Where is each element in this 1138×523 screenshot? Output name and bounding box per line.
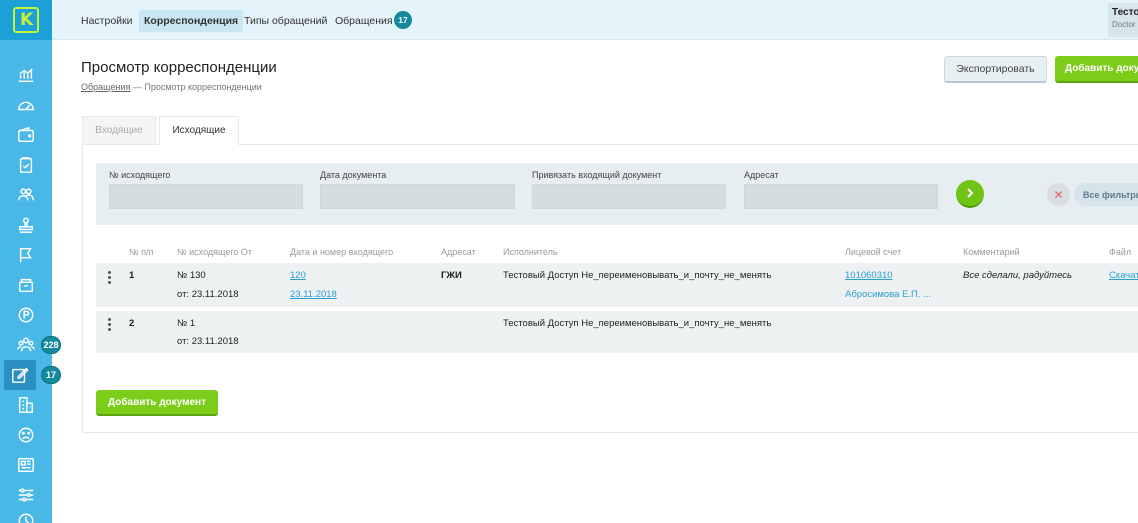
clipboard-icon[interactable] (0, 150, 52, 180)
table-row[interactable]: 2 № 1 от: 23.11.2018 Тестовый Доступ Не_… (96, 311, 1138, 353)
row-outgoing-date: от: 23.11.2018 (177, 336, 239, 347)
filter-label-doc-date: Дата документа (320, 170, 387, 180)
chevron-right-icon (967, 188, 974, 198)
close-icon: ✕ (1053, 187, 1064, 202)
nav-appeal-types[interactable]: Типы обращений (239, 10, 332, 32)
col-comment: Комментарий (963, 247, 1020, 257)
edit-badge: 17 (41, 366, 61, 384)
nav-settings[interactable]: Настройки (76, 10, 138, 32)
chart-icon[interactable] (0, 60, 52, 90)
tab-outgoing[interactable]: Исходящие (159, 116, 239, 145)
sidebar: K 228 17 (0, 0, 61, 523)
page-title: Просмотр корреспонденции (81, 59, 277, 76)
export-button[interactable]: Экспортировать (944, 56, 1047, 83)
stamp-icon[interactable] (0, 210, 52, 240)
row-incoming-date-link[interactable]: 23.11.2018 (290, 289, 337, 300)
row-addressee: ГЖИ (441, 270, 462, 281)
row-account-name-link[interactable]: Абросимова Е.П. ... (845, 289, 931, 300)
doc-date-input[interactable] (320, 184, 515, 209)
apply-filter-button[interactable] (956, 180, 984, 208)
row-num: 2 (129, 318, 135, 329)
row-outgoing-date: от: 23.11.2018 (177, 289, 239, 300)
row-file-download-link[interactable]: Скачать (1109, 270, 1138, 281)
user-name: Тестовый (1112, 7, 1138, 18)
coin-icon[interactable] (0, 300, 52, 330)
nav-appeals[interactable]: Обращения (330, 10, 398, 32)
col-executor: Исполнитель (503, 247, 558, 257)
outgoing-no-input[interactable] (109, 184, 303, 209)
people-icon[interactable] (0, 180, 52, 210)
user-menu[interactable]: Тестовый Doctor (1108, 3, 1138, 37)
filter-label-link-incoming: Привязать входящий документ (532, 170, 662, 180)
link-incoming-input[interactable] (532, 184, 726, 209)
breadcrumb-link-appeals[interactable]: Обращения (81, 82, 130, 92)
row-comment: Все сделали, радуйтесь (963, 270, 1073, 281)
col-incoming: Дата и номер входящего (290, 247, 394, 257)
tab-incoming[interactable]: Входящие (82, 116, 156, 144)
app-root: K 228 17 Настройки Корреспонденция Типы … (0, 0, 1138, 523)
gauge-icon[interactable] (0, 90, 52, 120)
col-num: № п/п (129, 247, 154, 257)
row-executor: Тестовый Доступ Не_переименовывать_и_поч… (503, 270, 772, 281)
history-icon[interactable] (0, 506, 52, 523)
filter-label-addressee: Адресат (744, 170, 779, 180)
row-outgoing-no: № 130 (177, 270, 206, 281)
appeals-badge: 17 (394, 11, 412, 29)
users-badge: 228 (41, 336, 61, 354)
all-filters-button[interactable]: Все фильтры (1074, 183, 1138, 206)
row-executor: Тестовый Доступ Не_переименовывать_и_поч… (503, 318, 772, 329)
user-role: Doctor (1112, 20, 1136, 29)
row-menu-icon[interactable] (108, 271, 111, 284)
flag-icon[interactable] (0, 240, 52, 270)
filter-label-outgoing-no: № исходящего (109, 170, 171, 180)
breadcrumb-current: — Просмотр корреспонденции (132, 82, 262, 92)
edit-icon[interactable] (4, 360, 36, 390)
newspaper-icon[interactable] (0, 450, 52, 480)
nav-correspondence[interactable]: Корреспонденция (139, 10, 244, 32)
logo-icon: K (13, 7, 39, 33)
row-num: 1 (129, 270, 135, 281)
col-outgoing-no: № исходящего От (177, 247, 253, 257)
col-account: Лицевой счет (845, 247, 902, 257)
breadcrumb: Обращения — Просмотр корреспонденции (81, 82, 262, 92)
addressee-input[interactable] (744, 184, 938, 209)
row-account-link[interactable]: 101060310 (845, 270, 893, 281)
box-icon[interactable] (0, 270, 52, 300)
add-document-button[interactable]: Добавить документ (96, 390, 218, 416)
top-nav: Настройки Корреспонденция Типы обращений… (52, 0, 1138, 40)
filter-panel: № исходящего Дата документа Привязать вх… (96, 163, 1138, 225)
row-outgoing-no: № 1 (177, 318, 196, 329)
face-icon[interactable] (0, 420, 52, 450)
col-addressee: Адресат (441, 247, 476, 257)
row-incoming-no-link[interactable]: 120 (290, 270, 306, 281)
row-menu-icon[interactable] (108, 318, 111, 331)
clear-filter-button[interactable]: ✕ (1047, 183, 1070, 206)
building-icon[interactable] (0, 390, 52, 420)
table-row[interactable]: 1 № 130 от: 23.11.2018 120 23.11.2018 ГЖ… (96, 263, 1138, 307)
logo[interactable]: K (0, 0, 52, 40)
col-file: Файл (1109, 247, 1132, 257)
add-document-button-top[interactable]: Добавить документ (1055, 56, 1138, 83)
wallet-icon[interactable] (0, 120, 52, 150)
